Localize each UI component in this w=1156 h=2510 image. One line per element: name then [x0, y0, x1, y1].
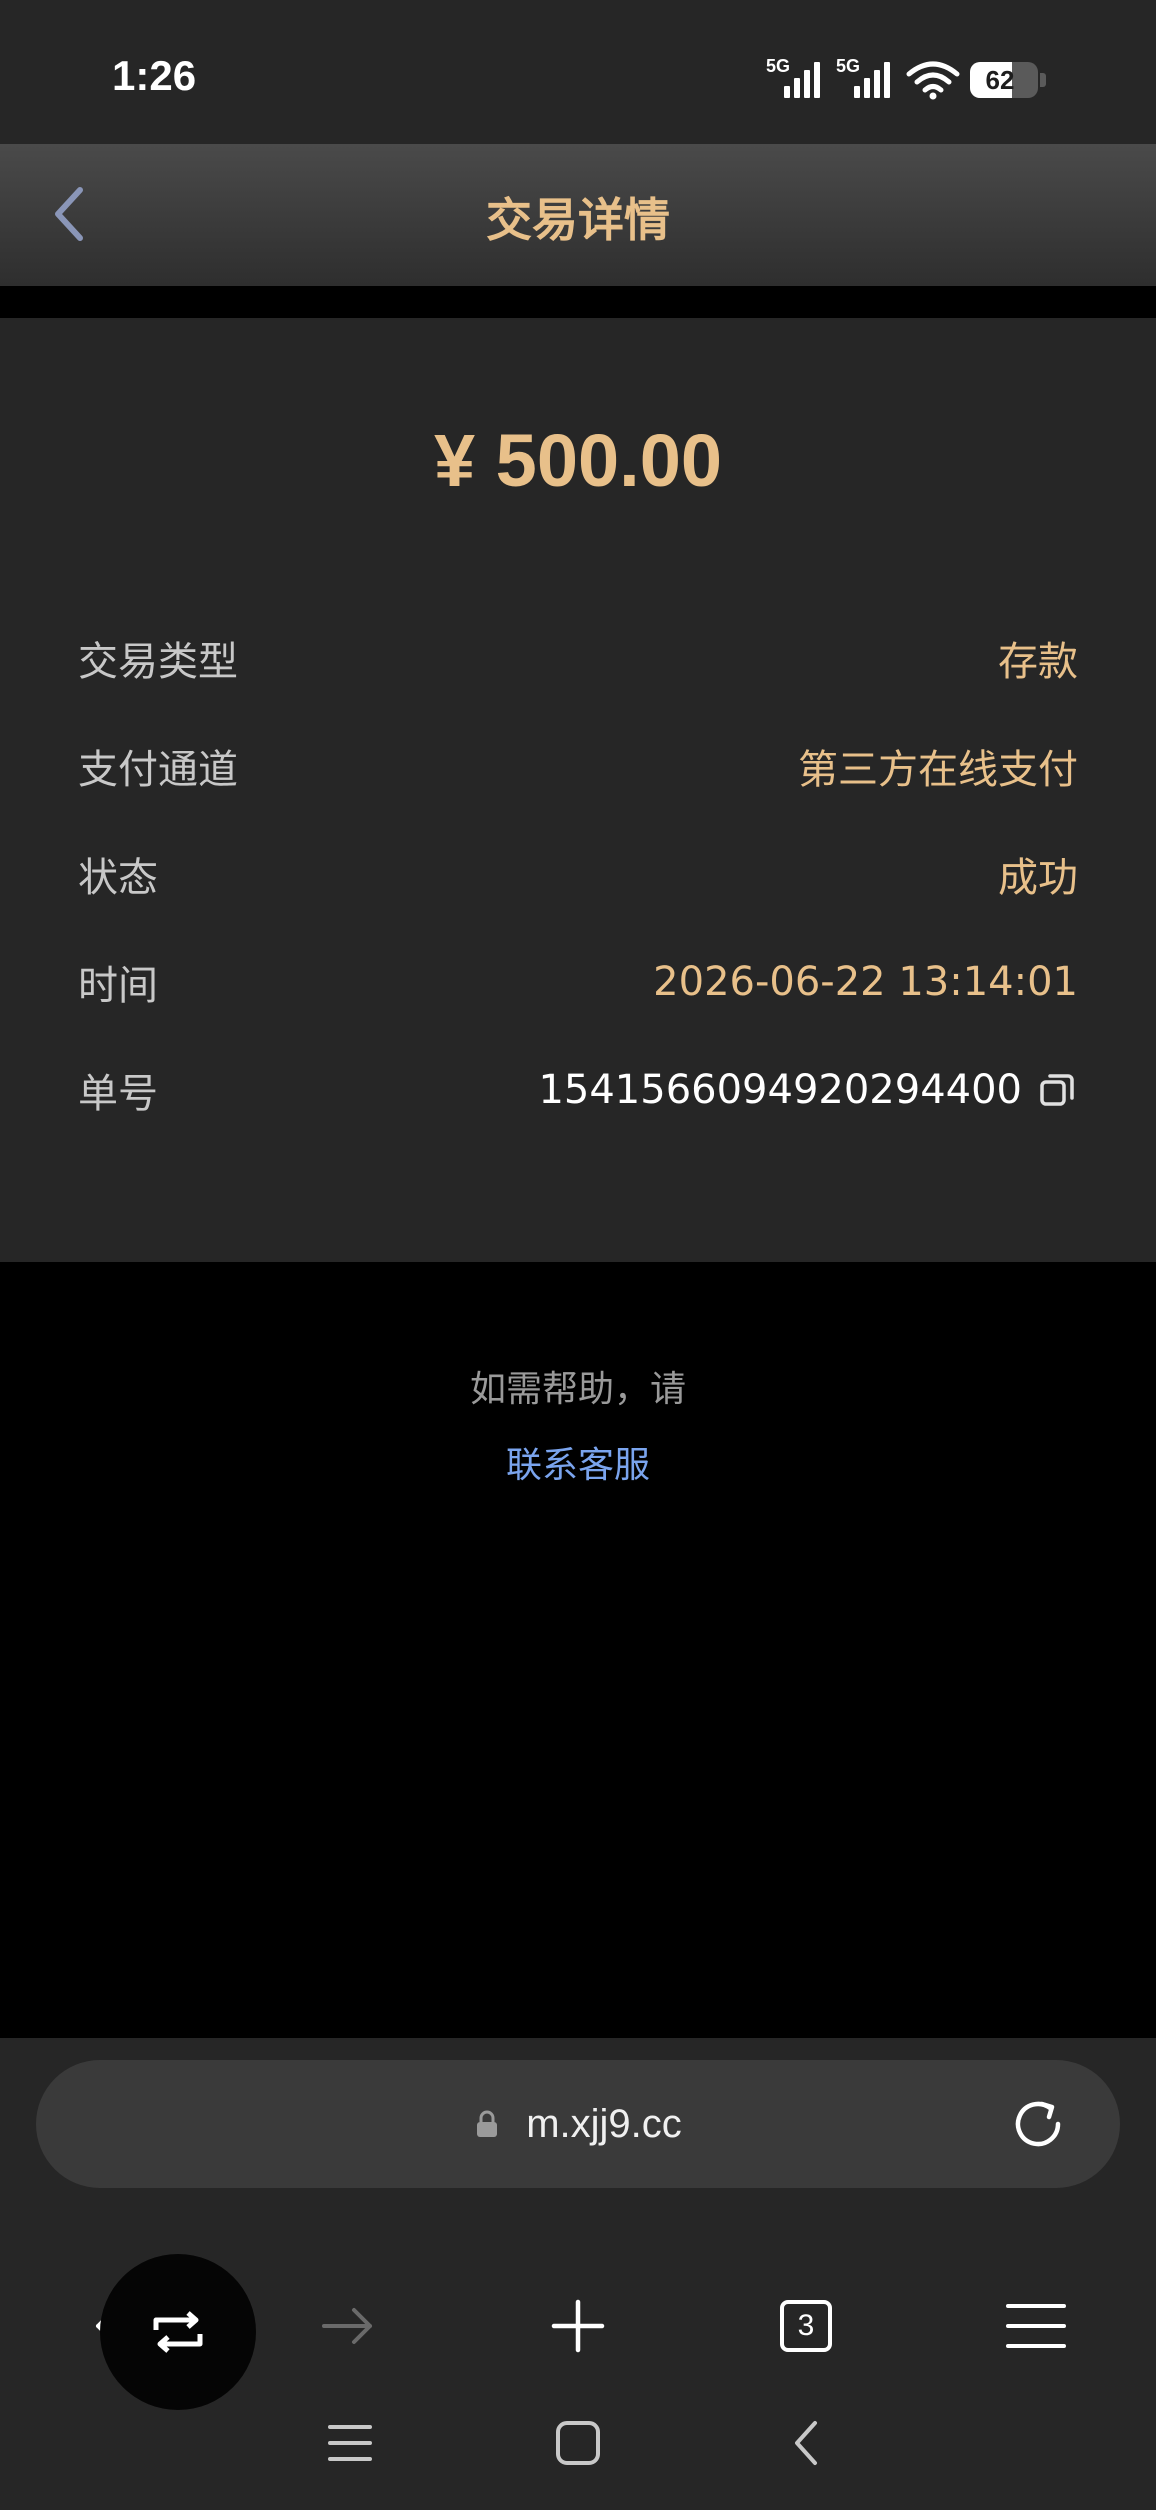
detail-row-channel: 支付通道 第三方在线支付	[78, 736, 1078, 796]
detail-label: 单号	[78, 1071, 158, 1117]
browser-forward-button[interactable]	[308, 2286, 388, 2366]
plus-icon	[551, 2299, 605, 2353]
home-button[interactable]	[543, 2408, 613, 2478]
signal-label: 5G	[836, 56, 861, 76]
detail-label: 支付通道	[78, 747, 238, 793]
transaction-card: ¥ 500.00 交易类型 存款 支付通道 第三方在线支付 状态 成功 时间 2…	[0, 318, 1156, 1262]
signal-label: 5G	[766, 56, 791, 76]
swap-arrows-icon	[153, 2311, 203, 2353]
battery-tip	[1040, 73, 1046, 87]
hamburger-menu-icon	[1006, 2304, 1066, 2348]
battery-icon: 62	[970, 62, 1038, 98]
detail-label: 状态	[78, 855, 158, 901]
detail-row-order: 单号 1541566094920294400	[78, 1060, 1078, 1120]
order-number: 1541566094920294400	[538, 1067, 1022, 1113]
contact-support-link[interactable]: 联系客服	[0, 1436, 1156, 1488]
detail-value: 2026-06-22 13:14:01	[653, 959, 1078, 1005]
menu-button[interactable]	[996, 2286, 1076, 2366]
system-back-icon	[795, 2421, 817, 2465]
tabs-button[interactable]: 3	[766, 2286, 846, 2366]
detail-value: 存款	[998, 639, 1078, 685]
battery-level: 62	[985, 64, 1015, 95]
detail-row-status: 状态 成功	[78, 844, 1078, 904]
signal-icon: 5G	[766, 56, 826, 104]
home-square-icon	[556, 2421, 600, 2465]
signal-icon: 5G	[836, 56, 896, 104]
status-bar: 1:26 5G 5G 62	[0, 0, 1156, 144]
page-header: 交易详情	[0, 144, 1156, 286]
detail-value: 第三方在线支付	[798, 747, 1078, 793]
detail-label: 时间	[78, 963, 158, 1009]
arrow-right-icon	[322, 2308, 372, 2344]
wifi-icon	[906, 61, 960, 100]
reload-icon[interactable]	[1006, 2092, 1070, 2156]
lock-icon	[477, 2110, 498, 2137]
system-nav-bar	[0, 2374, 1156, 2510]
status-time: 1:26	[112, 52, 197, 99]
tab-count: 3	[780, 2300, 832, 2352]
detail-value: 成功	[998, 855, 1078, 901]
new-tab-button[interactable]	[538, 2286, 618, 2366]
address-bar[interactable]: m.xjj9.cc	[36, 2060, 1120, 2188]
copy-icon[interactable]	[1038, 1070, 1078, 1110]
transaction-amount: ¥ 500.00	[433, 419, 723, 502]
detail-row-time: 时间 2026-06-22 13:14:01	[78, 952, 1078, 1012]
page-title: 交易详情	[486, 193, 670, 247]
recent-apps-button[interactable]	[315, 2408, 385, 2478]
detail-label: 交易类型	[78, 639, 238, 685]
status-icons: 5G 5G 62	[766, 56, 1046, 104]
url-text: m.xjj9.cc	[526, 2101, 682, 2146]
order-number-group: 1541566094920294400	[538, 1067, 1078, 1113]
recents-menu-icon	[328, 2425, 372, 2461]
system-back-button[interactable]	[771, 2408, 841, 2478]
detail-row-type: 交易类型 存款	[78, 628, 1078, 688]
help-text: 如需帮助，请	[469, 1369, 686, 1410]
